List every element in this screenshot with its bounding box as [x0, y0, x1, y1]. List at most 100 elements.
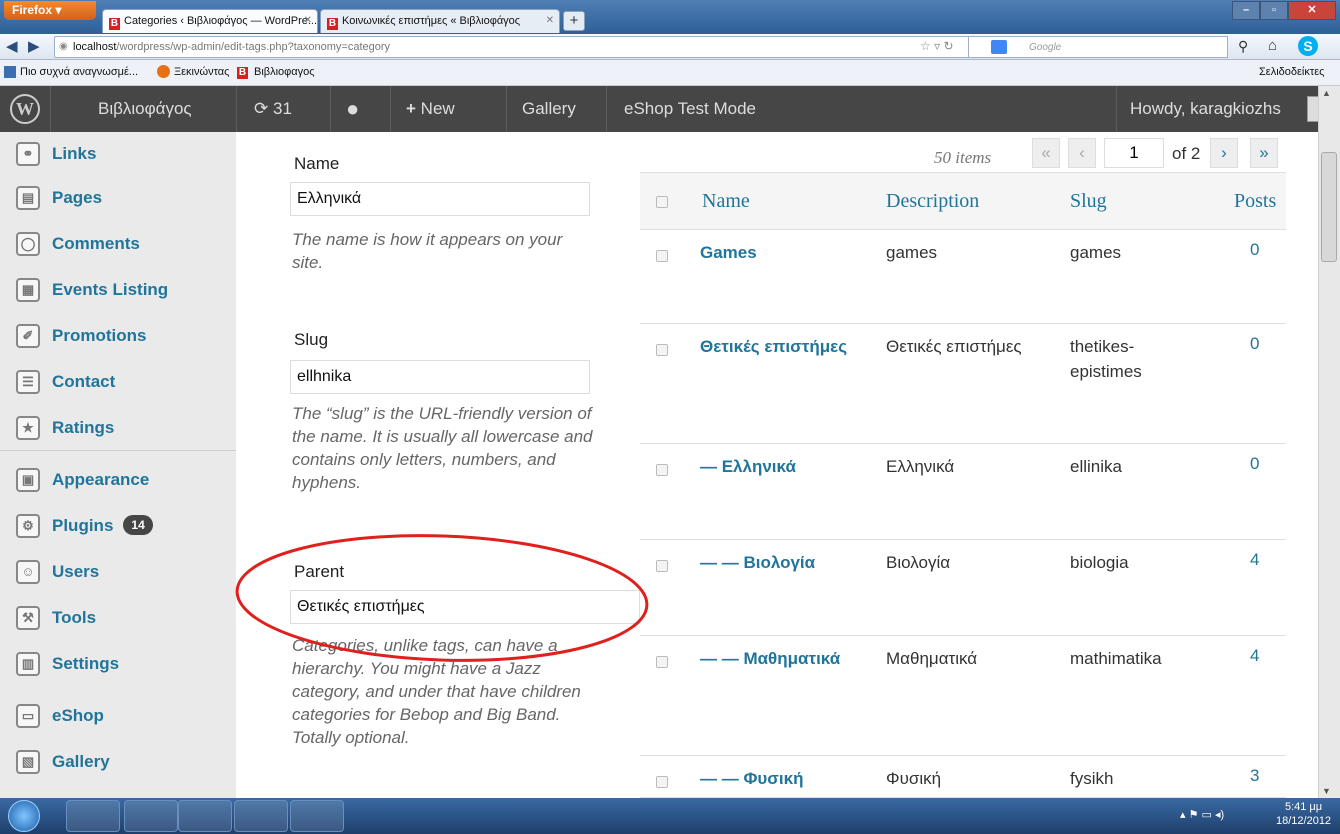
- updates-count: 31: [272, 99, 292, 118]
- sidebar-item-contact[interactable]: ☰ Contact: [0, 360, 236, 404]
- updates-link[interactable]: ⟳ 31: [254, 86, 292, 132]
- annotation-ellipse: [235, 534, 649, 662]
- scrollbar-thumb[interactable]: [1321, 152, 1337, 262]
- row-checkbox[interactable]: [656, 250, 668, 262]
- column-description[interactable]: Description: [886, 190, 979, 213]
- minimize-icon[interactable]: –: [1232, 1, 1260, 20]
- sidebar-item-label: Pages: [52, 188, 103, 207]
- category-name-link[interactable]: — — Βιολογία: [700, 550, 850, 575]
- row-checkbox[interactable]: [656, 776, 668, 788]
- separator: [330, 86, 331, 132]
- tab-title: Categories ‹ Βιβλιοφάγος — WordPre...: [124, 15, 318, 27]
- separator: [1116, 86, 1117, 132]
- select-all-checkbox[interactable]: [656, 196, 668, 208]
- category-posts-count[interactable]: 0: [1250, 240, 1280, 260]
- column-slug[interactable]: Slug: [1070, 190, 1107, 213]
- last-page-button[interactable]: »: [1250, 138, 1278, 168]
- category-posts-count[interactable]: 4: [1250, 550, 1280, 570]
- table-row: — — Φυσική Φυσική fysikh 3: [640, 756, 1286, 798]
- category-posts-count[interactable]: 4: [1250, 646, 1280, 666]
- category-slug: biologia: [1070, 553, 1129, 572]
- skype-icon[interactable]: S: [1298, 36, 1318, 56]
- url-path: /wordpress/wp-admin/edit-tags.php?taxono…: [116, 41, 391, 53]
- bookmark-getting-started[interactable]: Ξεκινώντας: [174, 66, 229, 78]
- sidebar-item-links[interactable]: ⚭ Links: [0, 132, 236, 176]
- forward-icon[interactable]: ▶: [28, 37, 40, 55]
- tab-close-icon[interactable]: ✕: [304, 15, 312, 26]
- category-name-link[interactable]: — — Μαθηματικά: [700, 646, 850, 671]
- gallery-link[interactable]: Gallery: [522, 86, 576, 132]
- taskbar-chrome-icon[interactable]: [124, 800, 178, 832]
- scroll-down-icon[interactable]: ▼: [1322, 786, 1331, 796]
- bookmark-vivliofagos[interactable]: Βιβλιοφαγος: [254, 66, 315, 78]
- category-name-link[interactable]: — — Φυσική: [700, 766, 850, 791]
- current-page-input[interactable]: 1: [1104, 138, 1164, 168]
- row-checkbox[interactable]: [656, 656, 668, 668]
- search-icon[interactable]: ⚲: [1238, 38, 1248, 55]
- tray-icons[interactable]: ▴ ⚑ ▭ ◂): [1180, 808, 1224, 821]
- prev-page-button[interactable]: ‹: [1068, 138, 1096, 168]
- category-posts-count[interactable]: 0: [1250, 454, 1280, 474]
- scroll-up-icon[interactable]: ▲: [1322, 88, 1331, 98]
- bookmark-most-visited[interactable]: Πιο συχνά αναγνωσμέ...: [20, 66, 138, 78]
- first-page-button[interactable]: «: [1032, 138, 1060, 168]
- pin-icon: ✐: [16, 324, 40, 348]
- taskbar-paint-icon[interactable]: [290, 800, 344, 832]
- new-content-link[interactable]: + New: [406, 86, 455, 132]
- next-page-button[interactable]: ›: [1210, 138, 1238, 168]
- tab-categories[interactable]: B Categories ‹ Βιβλιοφάγος — WordPre... ✕: [102, 9, 318, 33]
- taskbar-explorer-icon[interactable]: [178, 800, 232, 832]
- eshop-test-mode-link[interactable]: eShop Test Mode: [624, 86, 756, 132]
- sidebar-item-label: eShop: [52, 706, 104, 725]
- column-posts[interactable]: Posts: [1234, 190, 1276, 213]
- sidebar-item-ratings[interactable]: ★ Ratings: [0, 406, 236, 450]
- sidebar-item-settings[interactable]: ▥ Settings: [0, 642, 236, 686]
- start-icon[interactable]: [8, 800, 40, 832]
- taskbar-document-icon[interactable]: [234, 800, 288, 832]
- close-window-icon[interactable]: ✕: [1288, 1, 1336, 20]
- bookmarks-menu[interactable]: Σελιδοδείκτες: [1259, 66, 1324, 78]
- category-name-link[interactable]: — Ελληνικά: [700, 454, 850, 479]
- home-icon[interactable]: ⌂: [1268, 37, 1277, 54]
- row-checkbox[interactable]: [656, 560, 668, 572]
- name-input[interactable]: Ελληνικά: [290, 182, 590, 216]
- category-posts-count[interactable]: 3: [1250, 766, 1280, 786]
- category-posts-count[interactable]: 0: [1250, 334, 1280, 354]
- back-icon[interactable]: ◀: [6, 37, 18, 55]
- url-bar[interactable]: ◉ localhost/wordpress/wp-admin/edit-tags…: [54, 36, 1064, 58]
- sidebar-item-gallery[interactable]: ▧ Gallery: [0, 740, 236, 784]
- column-name[interactable]: Name: [702, 190, 750, 213]
- clock[interactable]: 5:41 μμ 18/12/2012: [1276, 800, 1331, 828]
- search-placeholder: Google: [1029, 42, 1062, 53]
- row-checkbox[interactable]: [656, 464, 668, 476]
- taskbar-firefox-icon[interactable]: [66, 800, 120, 832]
- sidebar-item-users[interactable]: ☺ Users: [0, 550, 236, 594]
- tab-koinonikes[interactable]: B Κοινωνικές επιστήμες « Βιβλιοφάγος ✕: [320, 9, 560, 33]
- maximize-icon[interactable]: ▫: [1260, 1, 1288, 20]
- sidebar-item-tools[interactable]: ⚒ Tools: [0, 596, 236, 640]
- bookmark-star-icon[interactable]: ☆ ▿ ↻: [920, 39, 954, 53]
- comments-bubble-icon[interactable]: ●: [346, 86, 359, 132]
- category-description: Μαθηματικά: [886, 649, 978, 668]
- new-tab-button[interactable]: +: [563, 11, 585, 31]
- search-input[interactable]: Google: [968, 36, 1228, 58]
- sidebar-item-plugins[interactable]: ⚙ Plugins 14: [0, 504, 236, 548]
- sidebar-item-pages[interactable]: ▤ Pages: [0, 176, 236, 220]
- tab-close-icon[interactable]: ✕: [546, 15, 554, 26]
- wordpress-logo-icon[interactable]: W: [10, 94, 40, 124]
- gallery-icon: ▧: [16, 750, 40, 774]
- name-label: Name: [294, 154, 340, 173]
- category-name-link[interactable]: Θετικές επιστήμες: [700, 334, 850, 359]
- sidebar-item-eshop[interactable]: ▭ eShop: [0, 694, 236, 738]
- sidebar-item-events-listing[interactable]: ▦ Events Listing: [0, 268, 236, 312]
- row-checkbox[interactable]: [656, 344, 668, 356]
- sidebar-item-label: Plugins: [52, 516, 114, 535]
- slug-input[interactable]: ellhnika: [290, 360, 590, 394]
- sidebar-item-appearance[interactable]: ▣ Appearance: [0, 458, 236, 502]
- site-name-link[interactable]: Βιβλιοφάγος: [98, 86, 192, 132]
- howdy-user-link[interactable]: Howdy, karagkiozhs: [1130, 86, 1281, 132]
- category-name-link[interactable]: Games: [700, 240, 850, 265]
- sidebar-item-comments[interactable]: ◯ Comments: [0, 222, 236, 266]
- firefox-menu-button[interactable]: Firefox ▾: [4, 1, 96, 20]
- sidebar-item-promotions[interactable]: ✐ Promotions: [0, 314, 236, 358]
